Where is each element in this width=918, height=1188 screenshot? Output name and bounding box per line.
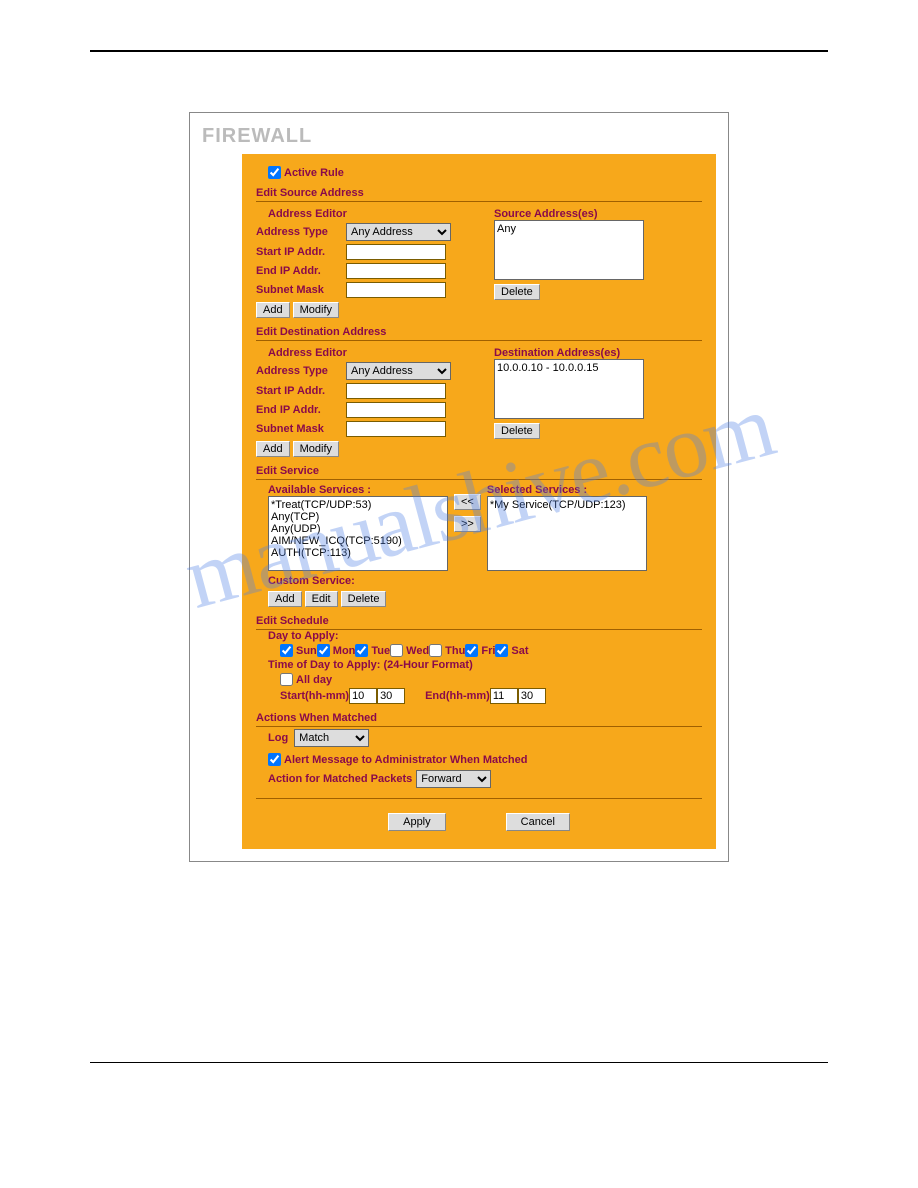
- list-item[interactable]: AUTH(TCP:113): [271, 547, 445, 559]
- day-fri-label: Fri: [481, 645, 495, 657]
- day-wed-label: Wed: [406, 645, 429, 657]
- source-modify-button[interactable]: Modify: [293, 302, 339, 318]
- source-address-listbox[interactable]: Any: [494, 220, 644, 280]
- custom-edit-button[interactable]: Edit: [305, 591, 338, 607]
- list-item[interactable]: Any(TCP): [271, 511, 445, 523]
- screenshot-frame: FIREWALL manualshive.com Active Rule Edi…: [189, 112, 729, 862]
- end-mm-input[interactable]: [518, 688, 546, 704]
- start-time-label: Start(hh-mm): [280, 690, 349, 702]
- day-sat-checkbox[interactable]: [495, 644, 508, 657]
- move-right-button[interactable]: >>: [454, 516, 481, 532]
- source-delete-button[interactable]: Delete: [494, 284, 540, 300]
- start-hh-input[interactable]: [349, 688, 377, 704]
- dest-subnet-label: Subnet Mask: [256, 423, 346, 435]
- source-subnet-label: Subnet Mask: [256, 284, 346, 296]
- dest-end-ip-label: End IP Addr.: [256, 404, 346, 416]
- active-rule-label: Active Rule: [284, 167, 344, 179]
- source-subnet-input[interactable]: [346, 282, 446, 298]
- day-thu-label: Thu: [445, 645, 465, 657]
- end-hh-input[interactable]: [490, 688, 518, 704]
- firewall-panel: manualshive.com Active Rule Edit Source …: [242, 154, 716, 849]
- custom-add-button[interactable]: Add: [268, 591, 302, 607]
- source-editor-col: Address Editor Address Type Any Address …: [256, 208, 464, 318]
- list-item[interactable]: 10.0.0.10 - 10.0.0.15: [497, 362, 641, 374]
- day-sun-checkbox[interactable]: [280, 644, 293, 657]
- action-packets-select[interactable]: Forward: [416, 770, 491, 788]
- alert-label: Alert Message to Administrator When Matc…: [284, 754, 527, 766]
- days-row: Sun Mon Tue Wed Thu Fri Sat: [280, 644, 702, 657]
- dest-start-ip-label: Start IP Addr.: [256, 385, 346, 397]
- day-mon-checkbox[interactable]: [317, 644, 330, 657]
- edit-schedule-heading: Edit Schedule: [256, 615, 702, 630]
- edit-source-heading: Edit Source Address: [256, 187, 702, 202]
- dest-delete-button[interactable]: Delete: [494, 423, 540, 439]
- list-item[interactable]: *My Service(TCP/UDP:123): [490, 499, 644, 511]
- alert-checkbox[interactable]: [268, 753, 281, 766]
- edit-dest-heading: Edit Destination Address: [256, 326, 702, 341]
- dest-list-col: Destination Address(es) 10.0.0.10 - 10.0…: [494, 347, 702, 457]
- day-sat-label: Sat: [511, 645, 528, 657]
- source-address-type-select[interactable]: Any Address: [346, 223, 451, 241]
- source-add-button[interactable]: Add: [256, 302, 290, 318]
- bottom-divider: [256, 798, 702, 799]
- list-item[interactable]: Any(UDP): [271, 523, 445, 535]
- dest-start-ip-input[interactable]: [346, 383, 446, 399]
- source-editor-title: Address Editor: [268, 208, 464, 220]
- day-sun-label: Sun: [296, 645, 317, 657]
- source-start-ip-label: Start IP Addr.: [256, 246, 346, 258]
- log-label: Log: [268, 732, 288, 744]
- source-list-title: Source Address(es): [494, 208, 702, 220]
- dest-address-type-select[interactable]: Any Address: [346, 362, 451, 380]
- list-item[interactable]: Any: [497, 223, 641, 235]
- dest-add-button[interactable]: Add: [256, 441, 290, 457]
- custom-service-label: Custom Service:: [268, 575, 702, 587]
- dest-address-listbox[interactable]: 10.0.0.10 - 10.0.0.15: [494, 359, 644, 419]
- selected-services-label: Selected Services :: [487, 484, 647, 496]
- actions-heading: Actions When Matched: [256, 712, 702, 727]
- move-left-button[interactable]: <<: [454, 494, 481, 510]
- dest-editor-col: Address Editor Address Type Any Address …: [256, 347, 464, 457]
- custom-delete-button[interactable]: Delete: [341, 591, 387, 607]
- list-item[interactable]: AIM/NEW_ICQ(TCP:5190): [271, 535, 445, 547]
- dest-modify-button[interactable]: Modify: [293, 441, 339, 457]
- day-wed-checkbox[interactable]: [390, 644, 403, 657]
- end-time-label: End(hh-mm): [425, 690, 490, 702]
- day-tue-label: Tue: [371, 645, 390, 657]
- source-start-ip-input[interactable]: [346, 244, 446, 260]
- source-end-ip-label: End IP Addr.: [256, 265, 346, 277]
- day-to-apply-label: Day to Apply:: [268, 630, 702, 642]
- apply-button[interactable]: Apply: [388, 813, 446, 831]
- day-thu-checkbox[interactable]: [429, 644, 442, 657]
- dest-editor-title: Address Editor: [268, 347, 464, 359]
- selected-services-listbox[interactable]: *My Service(TCP/UDP:123): [487, 496, 647, 571]
- dest-address-type-label: Address Type: [256, 365, 346, 377]
- all-day-label: All day: [296, 674, 332, 686]
- page-title: FIREWALL: [202, 125, 716, 148]
- start-mm-input[interactable]: [377, 688, 405, 704]
- page-bottom-divider: [90, 1062, 828, 1063]
- edit-service-heading: Edit Service: [256, 465, 702, 480]
- dest-subnet-input[interactable]: [346, 421, 446, 437]
- day-mon-label: Mon: [333, 645, 356, 657]
- dest-end-ip-input[interactable]: [346, 402, 446, 418]
- day-fri-checkbox[interactable]: [465, 644, 478, 657]
- source-list-col: Source Address(es) Any Delete: [494, 208, 702, 318]
- available-services-label: Available Services :: [268, 484, 448, 496]
- cancel-button[interactable]: Cancel: [506, 813, 570, 831]
- active-rule-checkbox[interactable]: [268, 166, 281, 179]
- top-divider: [90, 50, 828, 52]
- log-select[interactable]: Match: [294, 729, 369, 747]
- day-tue-checkbox[interactable]: [355, 644, 368, 657]
- all-day-checkbox[interactable]: [280, 673, 293, 686]
- available-services-listbox[interactable]: *Treat(TCP/UDP:53) Any(TCP) Any(UDP) AIM…: [268, 496, 448, 571]
- list-item[interactable]: *Treat(TCP/UDP:53): [271, 499, 445, 511]
- action-packets-label: Action for Matched Packets: [268, 773, 412, 785]
- time-to-apply-label: Time of Day to Apply: (24-Hour Format): [268, 659, 702, 671]
- active-rule-row: Active Rule: [268, 166, 702, 179]
- source-end-ip-input[interactable]: [346, 263, 446, 279]
- dest-list-title: Destination Address(es): [494, 347, 702, 359]
- source-address-type-label: Address Type: [256, 226, 346, 238]
